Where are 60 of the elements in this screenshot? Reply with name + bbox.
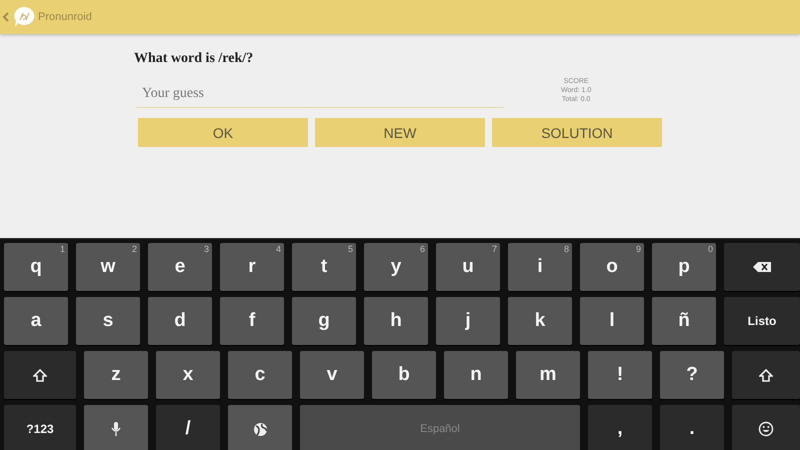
key[interactable]: o 9 — [580, 243, 644, 291]
question-text: What word is /rek/? — [134, 51, 254, 68]
key[interactable]: . — [660, 405, 724, 450]
key[interactable]: ?123 — [4, 405, 76, 450]
key[interactable]: Listo — [724, 297, 800, 345]
key[interactable]: ! — [588, 351, 652, 399]
key[interactable]: g — [292, 297, 356, 345]
key[interactable]: a — [4, 297, 68, 345]
key[interactable]: p 0 — [652, 243, 716, 291]
action-button[interactable]: OK — [138, 118, 308, 147]
key[interactable]: u 7 — [436, 243, 500, 291]
key[interactable]: y 6 — [364, 243, 428, 291]
key[interactable]: / — [156, 405, 220, 450]
key[interactable]: z — [84, 351, 148, 399]
key[interactable]: t 5 — [292, 243, 356, 291]
key[interactable] — [228, 405, 292, 450]
key[interactable]: f — [220, 297, 284, 345]
key[interactable]: ? — [660, 351, 724, 399]
key[interactable]: ñ — [652, 297, 716, 345]
key[interactable]: k — [508, 297, 572, 345]
number-hint: 8 — [564, 244, 569, 254]
shift-icon — [759, 368, 773, 382]
action-button[interactable]: NEW — [315, 118, 485, 147]
key[interactable]: x — [156, 351, 220, 399]
number-hint: 1 — [60, 244, 65, 254]
number-hint: 4 — [276, 244, 281, 254]
shift-icon — [33, 368, 47, 382]
key[interactable] — [732, 405, 800, 450]
key[interactable]: s — [76, 297, 140, 345]
number-hint: 6 — [420, 244, 425, 254]
key[interactable]: q 1 — [4, 243, 68, 291]
key[interactable]: j — [436, 297, 500, 345]
key[interactable]: l — [580, 297, 644, 345]
number-hint: 0 — [708, 244, 713, 254]
globe-icon — [252, 422, 268, 436]
number-hint: 7 — [492, 244, 497, 254]
key[interactable]: r 4 — [220, 243, 284, 291]
app-title: Pronunroid — [38, 11, 92, 23]
number-hint: 5 — [348, 244, 353, 254]
number-hint: 2 — [132, 244, 137, 254]
key[interactable]: d — [148, 297, 212, 345]
key[interactable]: w 2 — [76, 243, 140, 291]
key[interactable] — [724, 243, 800, 291]
key[interactable]: n — [444, 351, 508, 399]
microphone-icon — [111, 421, 121, 437]
key[interactable]: , — [588, 405, 652, 450]
key[interactable]: e 3 — [148, 243, 212, 291]
key[interactable]: m — [516, 351, 580, 399]
speech-bubble-icon — [13, 6, 35, 28]
number-hint: 3 — [204, 244, 209, 254]
smiley-icon — [758, 421, 774, 437]
action-button[interactable]: SOLUTION — [492, 118, 662, 147]
guess-field[interactable]: Your guess — [136, 80, 504, 108]
key[interactable]: v — [300, 351, 364, 399]
number-hint: 9 — [636, 244, 641, 254]
key[interactable]: i 8 — [508, 243, 572, 291]
key[interactable]: c — [228, 351, 292, 399]
key[interactable]: b — [372, 351, 436, 399]
backspace-icon — [753, 262, 771, 272]
key[interactable]: h — [364, 297, 428, 345]
